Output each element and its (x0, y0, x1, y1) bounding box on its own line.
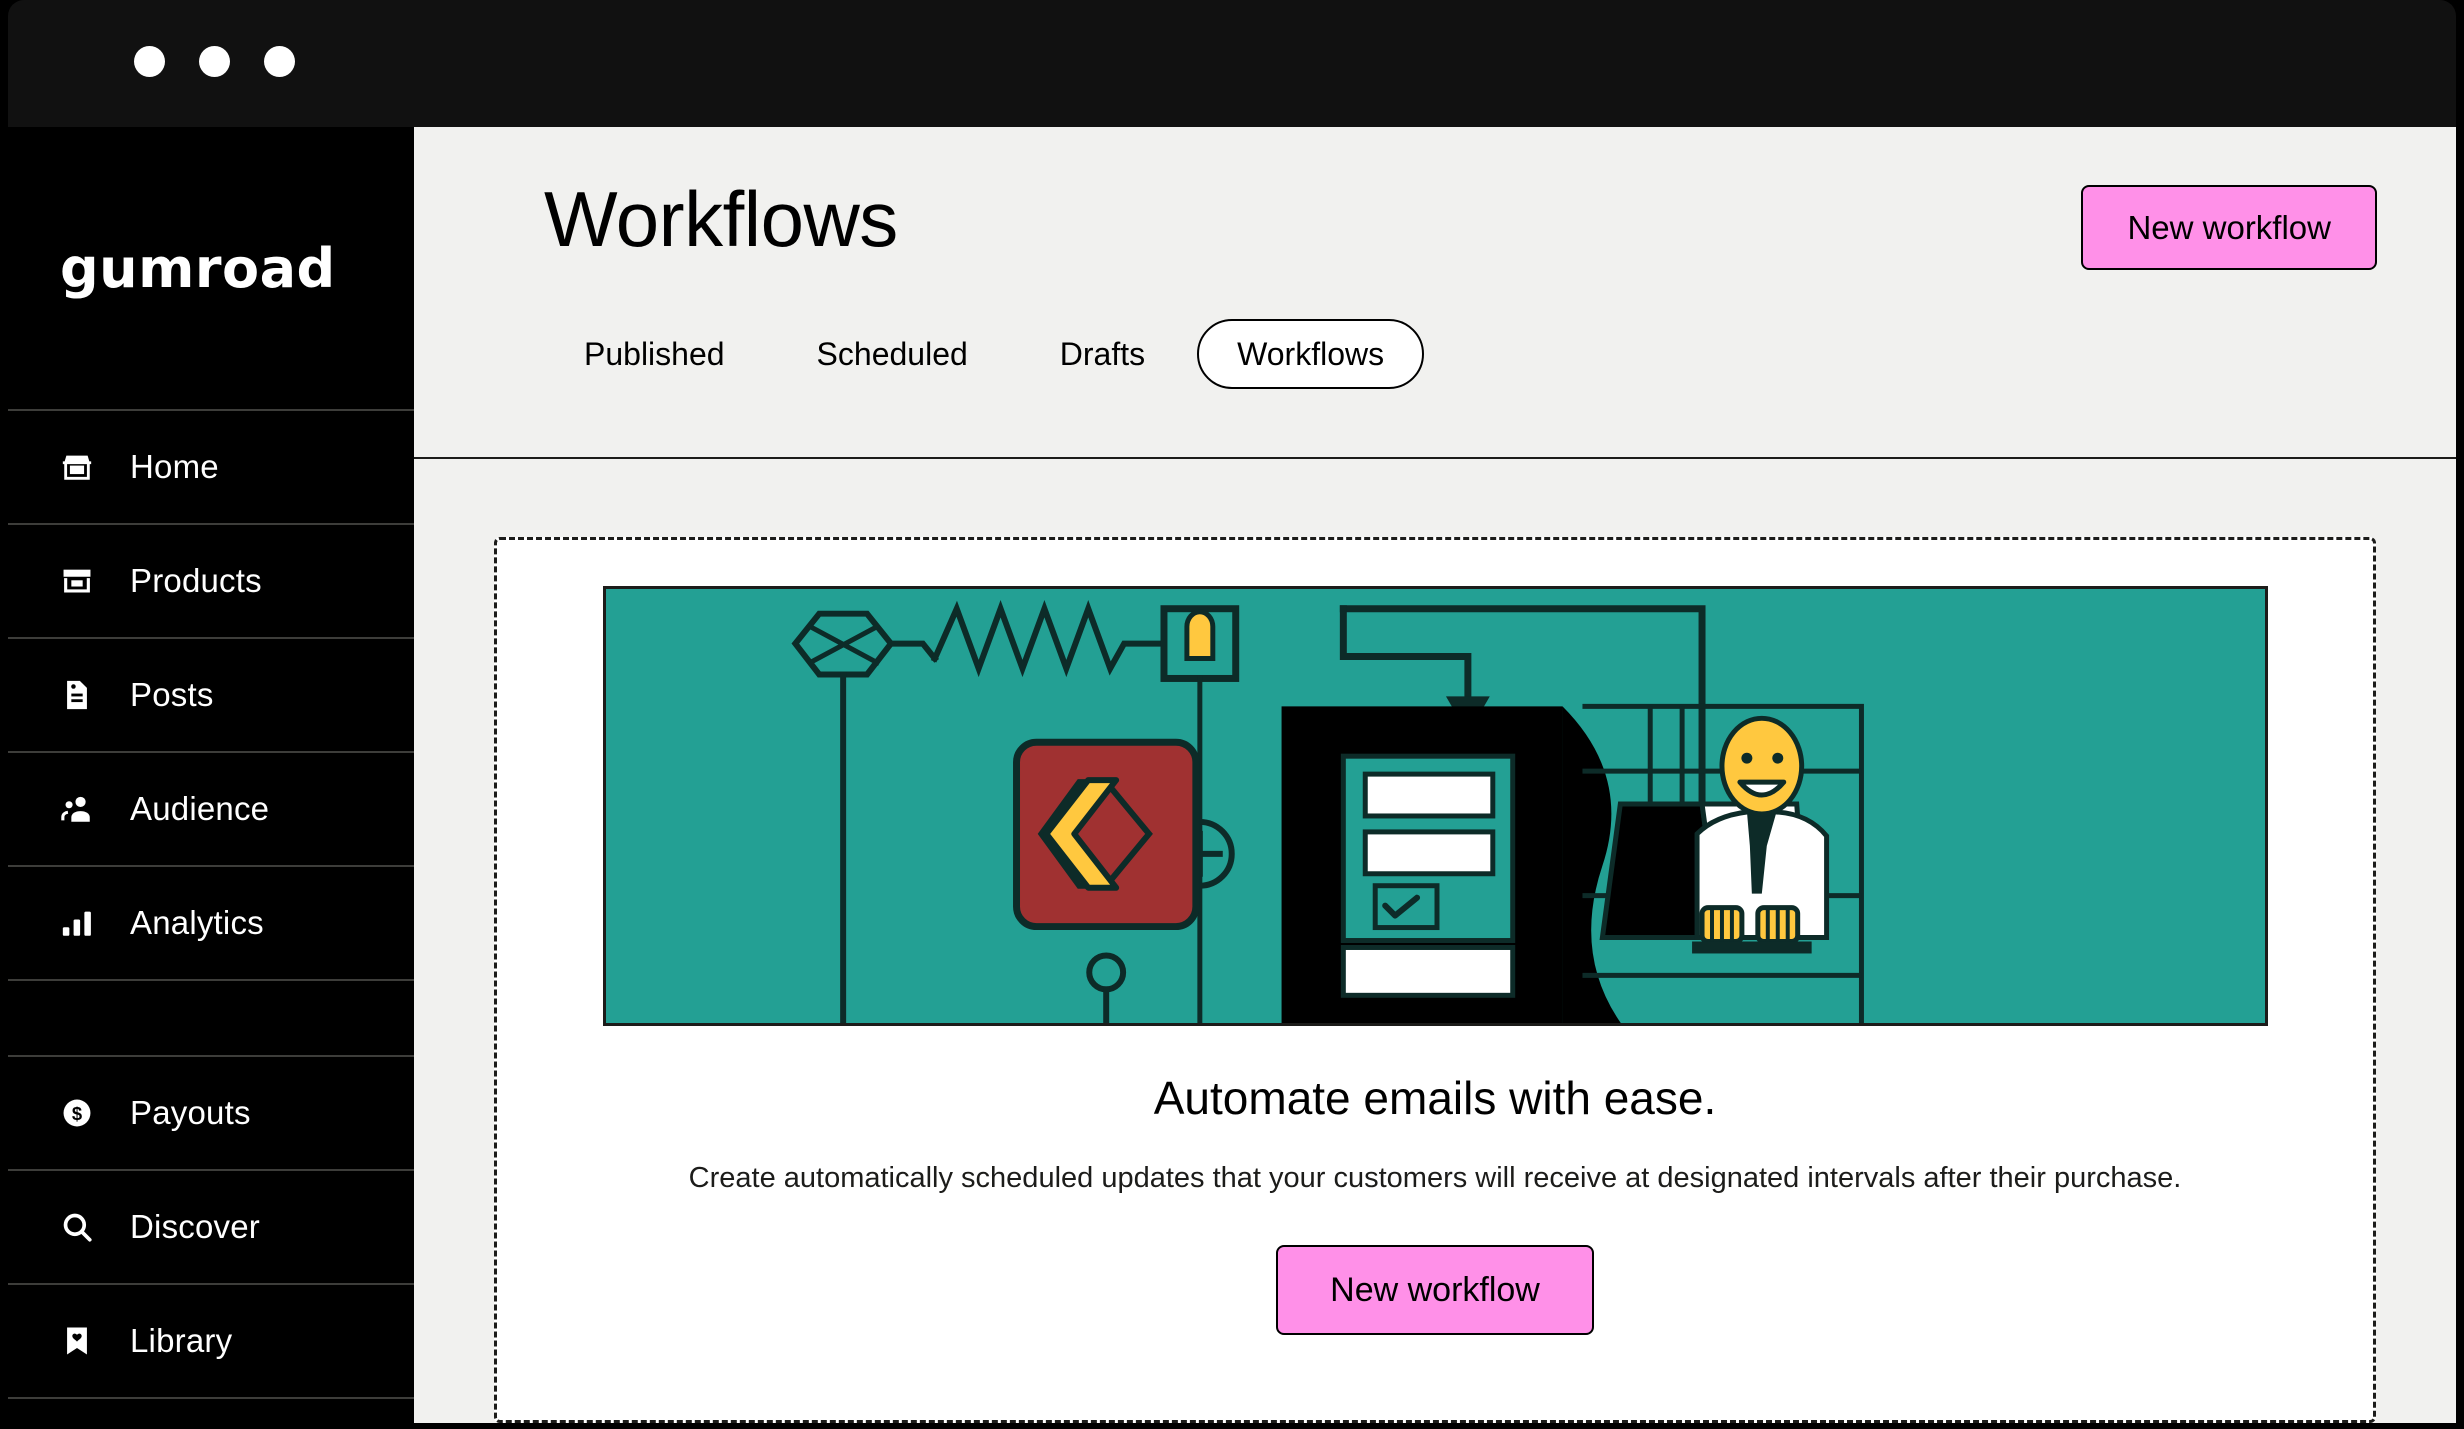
sidebar-item-audience[interactable]: Audience (8, 753, 414, 867)
sidebar-item-library[interactable]: Library (8, 1285, 414, 1399)
sidebar-item-home[interactable]: Home (8, 411, 414, 525)
sidebar-item-analytics[interactable]: Analytics (8, 867, 414, 981)
sidebar-item-label: Audience (130, 790, 270, 827)
empty-state-description: Create automatically scheduled updates t… (688, 1162, 2182, 1195)
sidebar-item-posts[interactable]: Posts (8, 639, 414, 753)
automation-workflow-illustration (602, 586, 2268, 1026)
sidebar: Gumroad Home (8, 127, 414, 1423)
gumroad-logo: Gumroad (60, 236, 336, 300)
page-header: Workflows Published Scheduled Drafts Wor… (414, 127, 2456, 459)
document-icon (60, 678, 94, 712)
tab-workflows[interactable]: Workflows (1197, 318, 1425, 389)
window-body: Gumroad Home (8, 127, 2456, 1423)
sidebar-item-label: Products (130, 562, 262, 599)
tab-published[interactable]: Published (544, 319, 765, 389)
sidebar-item-products[interactable]: Products (8, 525, 414, 639)
sidebar-item-discover[interactable]: Discover (8, 1171, 414, 1285)
brand-logo[interactable]: Gumroad (8, 127, 414, 411)
empty-state-panel: Automate emails with ease. Create automa… (494, 537, 2376, 1423)
sidebar-divider-section (8, 981, 414, 1057)
minimize-window-icon[interactable] (199, 46, 230, 77)
storefront-icon (60, 450, 94, 484)
maximize-window-icon[interactable] (264, 46, 295, 77)
app-window: Gumroad Home (0, 0, 2464, 1429)
tab-scheduled[interactable]: Scheduled (777, 319, 1008, 389)
window-titlebar (8, 0, 2456, 127)
svg-text:$: $ (72, 1103, 82, 1124)
tab-bar: Published Scheduled Drafts Workflows (544, 318, 2392, 389)
sidebar-item-label: Payouts (130, 1094, 251, 1131)
window-controls (134, 46, 295, 77)
people-icon (60, 792, 94, 826)
content-area: Automate emails with ease. Create automa… (414, 459, 2456, 1423)
new-workflow-button-header[interactable]: New workflow (2081, 185, 2377, 270)
empty-state-heading: Automate emails with ease. (1153, 1072, 1717, 1124)
archive-box-icon (60, 564, 94, 598)
bookmark-heart-icon (60, 1324, 94, 1358)
dollar-coin-icon: $ (60, 1096, 94, 1130)
sidebar-item-label: Posts (130, 676, 214, 713)
main-content: Workflows Published Scheduled Drafts Wor… (414, 127, 2456, 1423)
sidebar-item-label: Home (130, 448, 219, 485)
sidebar-item-label: Library (130, 1322, 233, 1359)
sidebar-item-label: Discover (130, 1208, 260, 1245)
search-icon (60, 1210, 94, 1244)
tab-drafts[interactable]: Drafts (1020, 319, 1185, 389)
new-workflow-button-cta[interactable]: New workflow (1276, 1244, 1594, 1335)
sidebar-item-label: Analytics (130, 904, 264, 941)
bar-chart-icon (60, 906, 94, 940)
sidebar-item-payouts[interactable]: $ Payouts (8, 1057, 414, 1171)
close-window-icon[interactable] (134, 46, 165, 77)
